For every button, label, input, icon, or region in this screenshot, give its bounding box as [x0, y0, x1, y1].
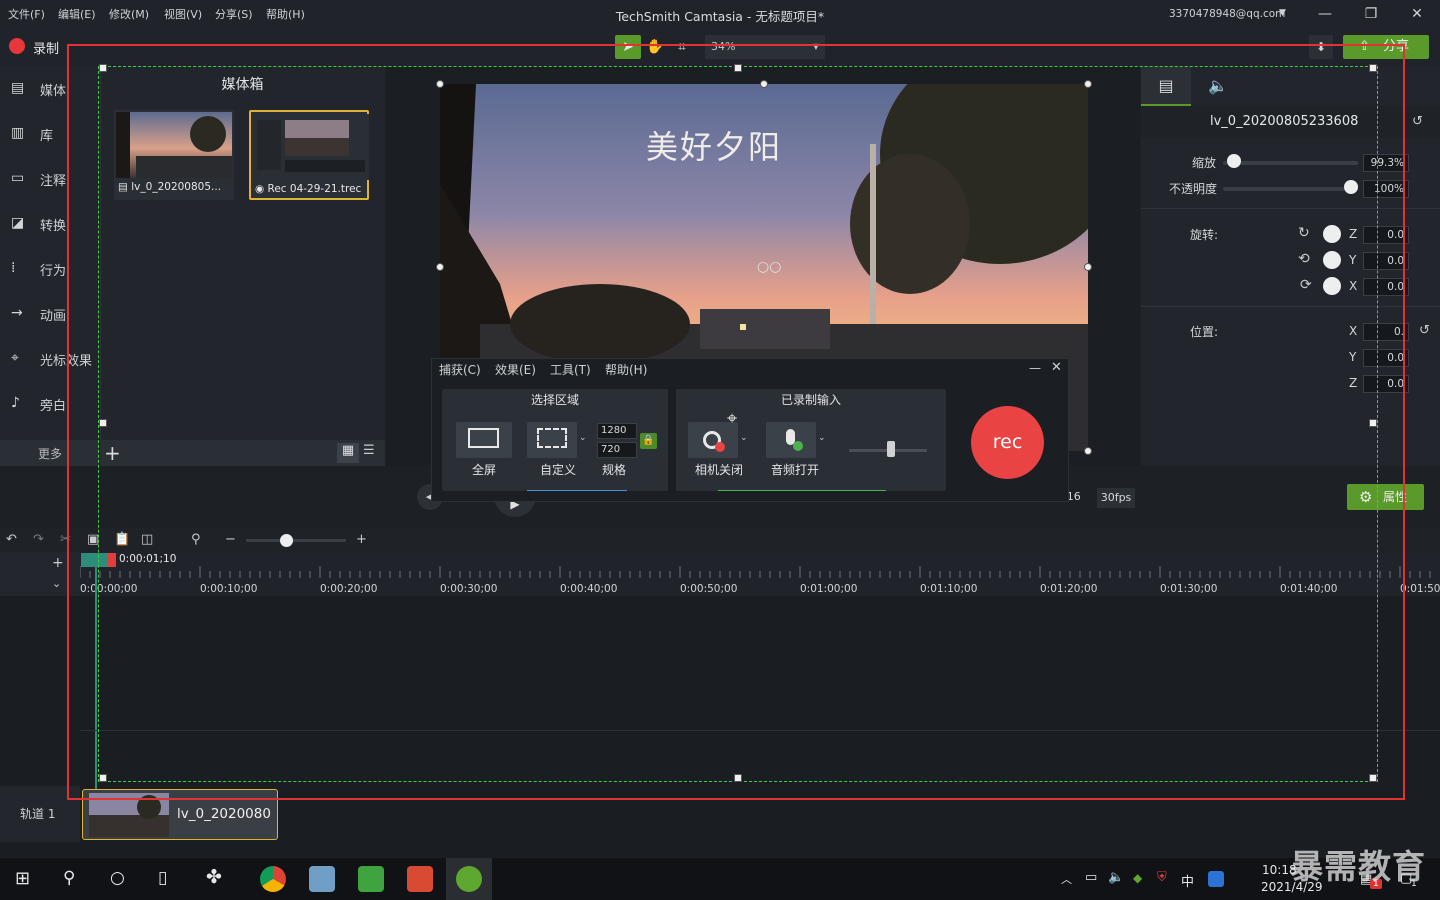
volume-icon[interactable]: 🔈	[1108, 870, 1124, 885]
track-label[interactable]: 轨道 1	[20, 805, 55, 822]
add-track-icon[interactable]: +	[52, 555, 64, 571]
close-icon[interactable]: ✕	[1407, 4, 1427, 24]
watermelon-icon	[456, 866, 482, 892]
behavior-icon: ⁞	[11, 260, 16, 276]
redo-icon[interactable]: ↷	[33, 532, 44, 547]
task-view-icon[interactable]: ▯	[158, 868, 167, 888]
account-menu[interactable]: 3370478948@qq.com	[1169, 8, 1285, 20]
taskbar-active-app[interactable]	[446, 858, 492, 900]
transition-icon: ◪	[11, 215, 25, 231]
nvidia-icon[interactable]: ◆	[1133, 871, 1142, 885]
microphone-icon: ♪	[11, 395, 20, 411]
minimize-icon[interactable]: —	[1315, 4, 1335, 24]
record-button[interactable]: 录制	[33, 38, 59, 57]
security-shield-icon[interactable]: ⛨	[1157, 870, 1167, 885]
camtasia-recorder-icon[interactable]	[407, 866, 433, 892]
chrome-icon[interactable]	[260, 866, 286, 892]
network-icon[interactable]: ▭	[1085, 870, 1097, 885]
animation-icon: →	[11, 305, 23, 321]
cursor-icon: ⌖	[11, 350, 19, 366]
notepad-icon[interactable]	[309, 866, 335, 892]
windows-start-icon[interactable]: ⊞	[15, 868, 30, 889]
tray-chevron-icon[interactable]: ︿	[1061, 871, 1072, 887]
reset-icon[interactable]: ↺	[1412, 114, 1423, 129]
annotation-icon: ▭	[11, 170, 25, 186]
fan-app-icon[interactable]: ✤	[206, 866, 222, 888]
qq-icon[interactable]	[1208, 871, 1224, 887]
clip-label: lv_0_2020080	[177, 806, 271, 822]
annotation-frame	[67, 44, 1405, 800]
library-icon: ▥	[11, 125, 25, 141]
restore-icon[interactable]: ❐	[1361, 4, 1381, 24]
search-icon[interactable]: ⚲	[63, 868, 75, 888]
watermark: 暴需教育	[1290, 847, 1426, 886]
reset-icon[interactable]: ↺	[1419, 323, 1430, 338]
cortana-icon[interactable]: ○	[110, 868, 125, 888]
ruler-tick-label: 0:01:50;	[1400, 583, 1440, 595]
undo-icon[interactable]: ↶	[6, 532, 17, 547]
ime-indicator[interactable]: 中	[1181, 871, 1194, 890]
more-button[interactable]: 更多	[38, 445, 62, 462]
film-strip-icon: ▤	[11, 80, 25, 96]
account-chevron-icon[interactable]: ▼	[1279, 8, 1286, 18]
chevron-down-icon[interactable]: ⌄	[52, 577, 61, 590]
record-icon[interactable]	[9, 38, 25, 54]
camtasia-green-icon[interactable]	[358, 866, 384, 892]
